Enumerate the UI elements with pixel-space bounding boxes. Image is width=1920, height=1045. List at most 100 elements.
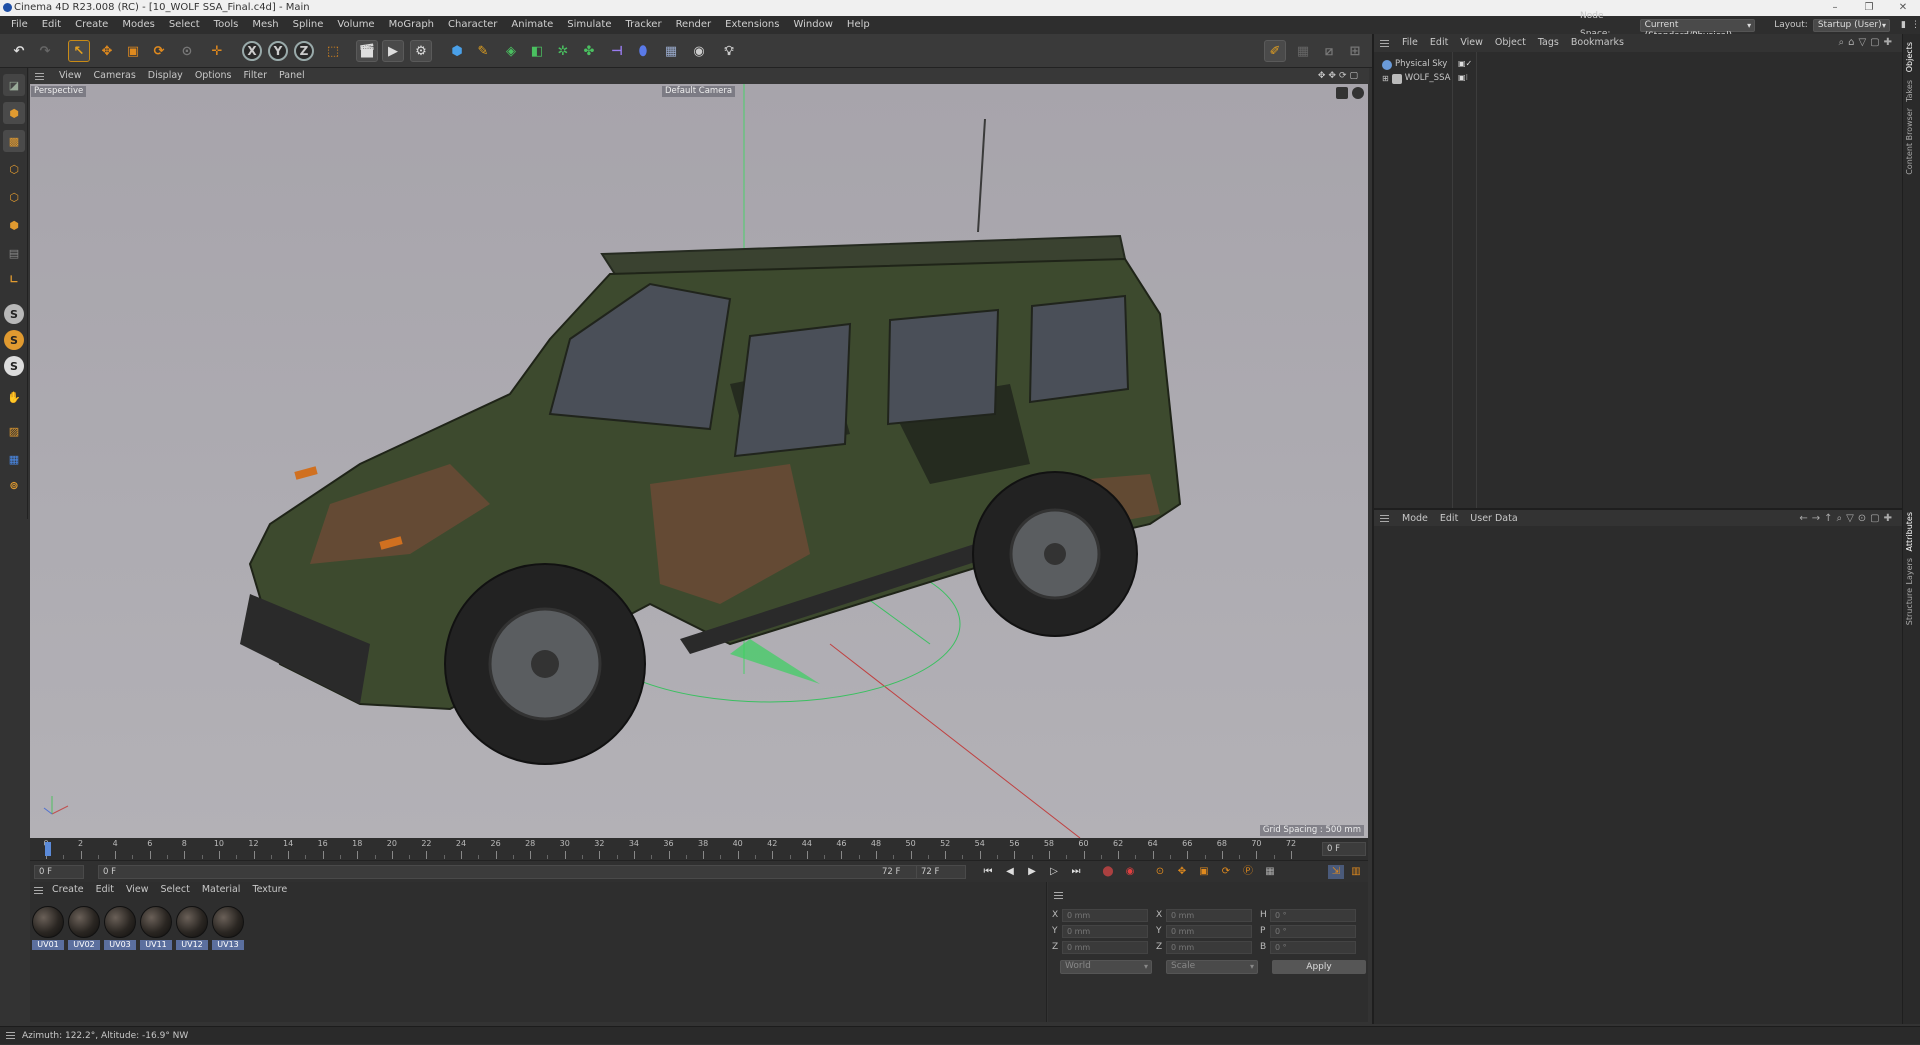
tab-layers[interactable]: Layers <box>1905 558 1914 584</box>
points-mode-icon[interactable]: ⬡ <box>3 158 25 180</box>
current-frame-field[interactable]: 0 F <box>1322 842 1366 856</box>
undo-icon[interactable]: ↶ <box>8 40 30 62</box>
viewport-menu-panel[interactable]: Panel <box>273 68 311 84</box>
workplane-grid-icon[interactable]: ▦ <box>3 448 25 470</box>
material-uv12[interactable]: UV12 <box>176 906 208 950</box>
floor-icon[interactable]: ▦ <box>660 40 682 62</box>
model-mode-icon[interactable]: ⬢ <box>3 102 25 124</box>
minimize-button[interactable]: – <box>1818 0 1852 16</box>
viewport-menu-view[interactable]: View <box>53 68 88 84</box>
go-to-start-icon[interactable]: ⏮ <box>980 865 996 879</box>
tweak-mode-icon[interactable]: ✋ <box>3 386 25 408</box>
tab-takes[interactable]: Takes <box>1905 80 1914 102</box>
layout-menu-icon[interactable]: ⋮ <box>1911 16 1920 34</box>
timeline-ruler[interactable]: 0246810121416182022242628303234363840424… <box>30 838 1368 860</box>
preview-range-slider[interactable]: 0 F <box>98 865 928 879</box>
material-menu-icon[interactable] <box>34 887 43 894</box>
snap-enable-icon[interactable]: S <box>4 304 24 324</box>
size-x-field[interactable]: 0 mm <box>1166 909 1252 922</box>
menu-simulate[interactable]: Simulate <box>560 16 618 34</box>
material-menu-view[interactable]: View <box>120 882 155 898</box>
object-menu-icon[interactable] <box>1380 40 1389 47</box>
playhead[interactable] <box>45 842 51 856</box>
visibility-check-icon[interactable]: ▣✓ <box>1458 59 1472 68</box>
key-parameter-icon[interactable]: Ⓟ <box>1240 865 1256 879</box>
rotation-h-field[interactable]: 0 ° <box>1270 909 1356 922</box>
size-z-field[interactable]: 0 mm <box>1166 941 1252 954</box>
frame-ruler[interactable]: 0246810121416182022242628303234363840424… <box>30 838 1340 860</box>
spline-pen-icon[interactable]: ✎ <box>472 40 494 62</box>
extrude-icon[interactable]: ◧ <box>526 40 548 62</box>
polygons-mode-icon[interactable]: ⬢ <box>3 214 25 236</box>
tab-content-browser[interactable]: Content Browser <box>1905 108 1914 175</box>
render-region-icon[interactable]: 🎬︎ <box>356 40 378 62</box>
subdivision-icon[interactable]: ◈ <box>500 40 522 62</box>
expand-icon[interactable]: ⊞ <box>1382 72 1389 85</box>
edges-mode-icon[interactable]: ⬡ <box>3 186 25 208</box>
key-scale-icon[interactable]: ▣ <box>1196 865 1212 879</box>
next-frame-icon[interactable]: ▷ <box>1046 865 1062 879</box>
cube-object-icon[interactable]: ⬢ <box>446 40 468 62</box>
menu-animate[interactable]: Animate <box>504 16 560 34</box>
attribute-menu-edit[interactable]: Edit <box>1434 510 1464 526</box>
coordinate-type-dropdown[interactable]: Scale <box>1166 960 1258 974</box>
deformer-icon[interactable]: ⊣ <box>606 40 628 62</box>
close-button[interactable]: ✕ <box>1886 0 1920 16</box>
viewport-menu-icon[interactable] <box>35 73 44 80</box>
record-active-icon[interactable]: ⬤ <box>1100 865 1116 879</box>
texture-mode-icon[interactable]: ▩ <box>3 130 25 152</box>
menu-mesh[interactable]: Mesh <box>245 16 285 34</box>
fcurve-window-icon[interactable]: ▥ <box>1348 865 1364 879</box>
light-icon[interactable]: 💡︎ <box>718 40 740 62</box>
start-frame-field[interactable]: 0 F <box>34 865 84 879</box>
cloner-icon[interactable]: ✲ <box>552 40 574 62</box>
menu-mograph[interactable]: MoGraph <box>382 16 441 34</box>
x-axis-lock-icon[interactable]: X <box>242 41 262 61</box>
node-space-dropdown[interactable]: Current (Standard/Physical) <box>1639 18 1756 41</box>
viewport-menu-options[interactable]: Options <box>189 68 238 84</box>
workplane-icon[interactable]: ⧄ <box>1318 40 1340 62</box>
snap-2d-icon[interactable]: S <box>4 356 24 376</box>
position-z-field[interactable]: 0 mm <box>1062 941 1148 954</box>
menu-spline[interactable]: Spline <box>286 16 331 34</box>
y-axis-lock-icon[interactable]: Y <box>268 41 288 61</box>
material-menu-select[interactable]: Select <box>155 882 196 898</box>
coordinate-mode-dropdown[interactable]: World <box>1060 960 1152 974</box>
solo-mode-icon[interactable]: ▨ <box>3 420 25 442</box>
key-pla-icon[interactable]: ▦ <box>1262 865 1278 879</box>
snap-3d-icon[interactable]: S <box>4 330 24 350</box>
render-view-icon[interactable]: ▶ <box>382 40 404 62</box>
autokey-icon[interactable]: ◉ <box>1122 865 1138 879</box>
placement-tool-icon[interactable]: ✛ <box>206 40 228 62</box>
layout-dropdown[interactable]: Startup (User) <box>1812 18 1891 32</box>
tab-objects[interactable]: Objects <box>1905 42 1914 72</box>
recent-tools-icon[interactable]: ⊙ <box>176 40 198 62</box>
menu-render[interactable]: Render <box>669 16 719 34</box>
position-y-field[interactable]: 0 mm <box>1062 925 1148 938</box>
size-y-field[interactable]: 0 mm <box>1166 925 1252 938</box>
object-menu-object[interactable]: Object <box>1489 34 1532 52</box>
material-menu-texture[interactable]: Texture <box>246 882 293 898</box>
menu-extensions[interactable]: Extensions <box>718 16 786 34</box>
scale-tool-icon[interactable]: ▣ <box>122 40 144 62</box>
apply-button[interactable]: Apply <box>1272 960 1366 974</box>
menu-tracker[interactable]: Tracker <box>618 16 668 34</box>
live-selection-icon[interactable]: ↖ <box>68 40 90 62</box>
object-menu-view[interactable]: View <box>1454 34 1489 52</box>
3d-viewport[interactable]: Perspective Default Camera Grid Spacing … <box>30 84 1368 838</box>
field-icon[interactable]: ⬮ <box>632 40 654 62</box>
move-tool-icon[interactable]: ✥ <box>96 40 118 62</box>
object-menu-edit[interactable]: Edit <box>1424 34 1454 52</box>
menu-help[interactable]: Help <box>840 16 877 34</box>
locked-workplane-icon[interactable]: ⊚ <box>3 474 25 496</box>
material-uv03[interactable]: UV03 <box>104 906 136 950</box>
rotation-b-field[interactable]: 0 ° <box>1270 941 1356 954</box>
menu-create[interactable]: Create <box>68 16 115 34</box>
axis-mode-icon[interactable]: ∟ <box>3 268 25 290</box>
uv-mode-icon[interactable]: ▤ <box>3 242 25 264</box>
attribute-menu-user-data[interactable]: User Data <box>1464 510 1523 526</box>
coordinates-menu-icon[interactable] <box>1054 892 1063 899</box>
viewport-menu-cameras[interactable]: Cameras <box>88 68 142 84</box>
menu-edit[interactable]: Edit <box>35 16 68 34</box>
paint-brush-icon[interactable]: ✐ <box>1264 40 1286 62</box>
